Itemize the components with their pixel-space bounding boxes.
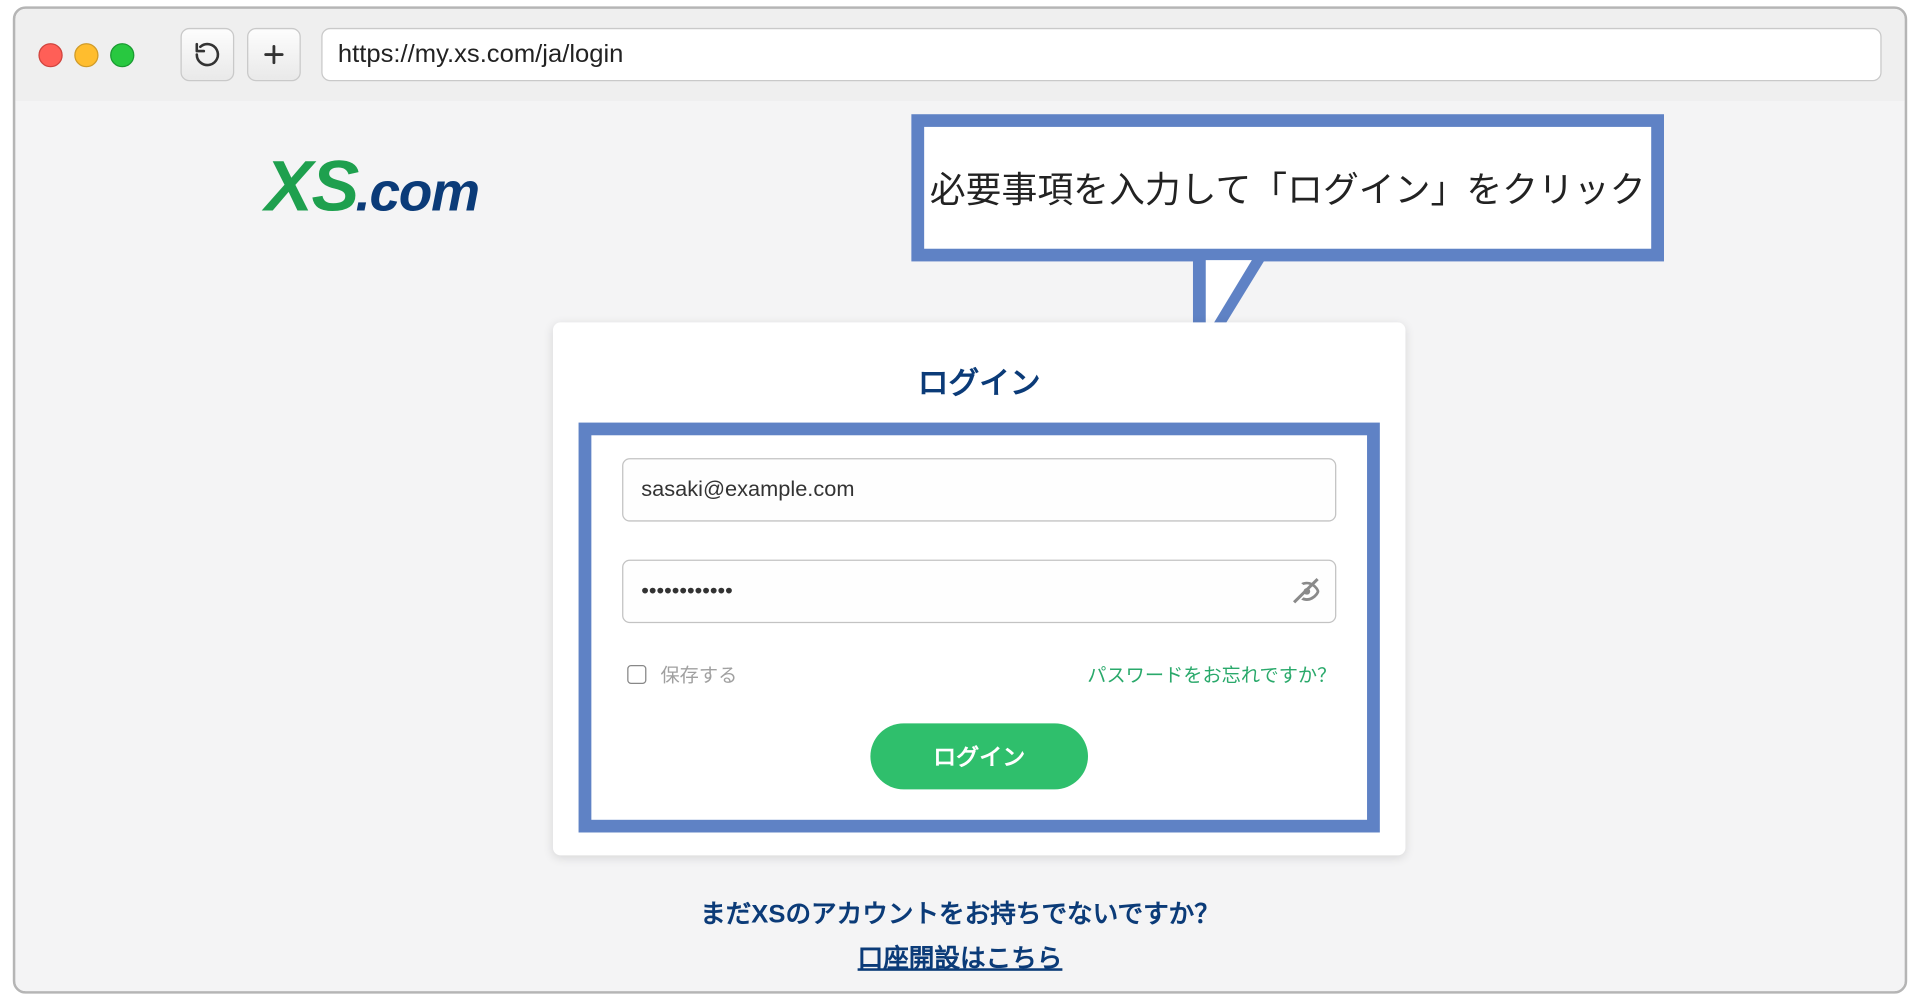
register-link[interactable]: 口座開設はこちら <box>15 938 1904 975</box>
password-field-wrap <box>622 560 1336 623</box>
login-options-row: 保存する パスワードをお忘れですか？ <box>622 661 1336 688</box>
remember-checkbox[interactable] <box>627 665 646 684</box>
new-tab-button[interactable] <box>247 28 301 81</box>
browser-titlebar: https://my.xs.com/ja/login <box>15 9 1904 102</box>
register-question: まだXSのアカウントをお持ちでないですか？ <box>15 893 1904 930</box>
login-title: ログイン <box>579 358 1380 402</box>
window-controls <box>38 43 134 67</box>
password-field[interactable] <box>622 560 1336 623</box>
email-field[interactable] <box>622 458 1336 521</box>
forgot-password-link[interactable]: パスワードをお忘れですか？ <box>1087 661 1336 688</box>
address-bar-text: https://my.xs.com/ja/login <box>338 40 624 69</box>
reload-button[interactable] <box>180 28 234 81</box>
email-field-wrap <box>622 458 1336 521</box>
remember-me[interactable]: 保存する <box>622 661 737 688</box>
logo-xs: XS <box>265 145 358 227</box>
close-window-icon[interactable] <box>38 43 62 67</box>
address-bar[interactable]: https://my.xs.com/ja/login <box>321 28 1881 81</box>
zoom-window-icon[interactable] <box>110 43 134 67</box>
submit-wrap: ログイン <box>622 723 1336 789</box>
logo-dotcom: .com <box>355 162 478 224</box>
login-card: ログイン <box>553 322 1405 855</box>
toggle-password-visibility[interactable] <box>1290 575 1323 608</box>
reload-icon <box>193 41 221 69</box>
minimize-window-icon[interactable] <box>74 43 98 67</box>
browser-window: https://my.xs.com/ja/login XS .com 必要事項を… <box>13 6 1907 993</box>
site-logo: XS .com <box>265 145 479 227</box>
register-prompt: まだXSのアカウントをお持ちでないですか？ 口座開設はこちら <box>15 893 1904 974</box>
instruction-text: 必要事項を入力して「ログイン」をクリック <box>930 162 1646 213</box>
eye-off-icon <box>1290 575 1323 608</box>
instruction-callout: 必要事項を入力して「ログイン」をクリック <box>911 114 1664 261</box>
plus-icon <box>260 41 288 69</box>
login-button[interactable]: ログイン <box>870 723 1088 789</box>
remember-label: 保存する <box>660 661 737 688</box>
login-form-highlight: 保存する パスワードをお忘れですか？ ログイン <box>579 423 1380 833</box>
page-viewport: XS .com 必要事項を入力して「ログイン」をクリック ログイン <box>15 100 1904 991</box>
